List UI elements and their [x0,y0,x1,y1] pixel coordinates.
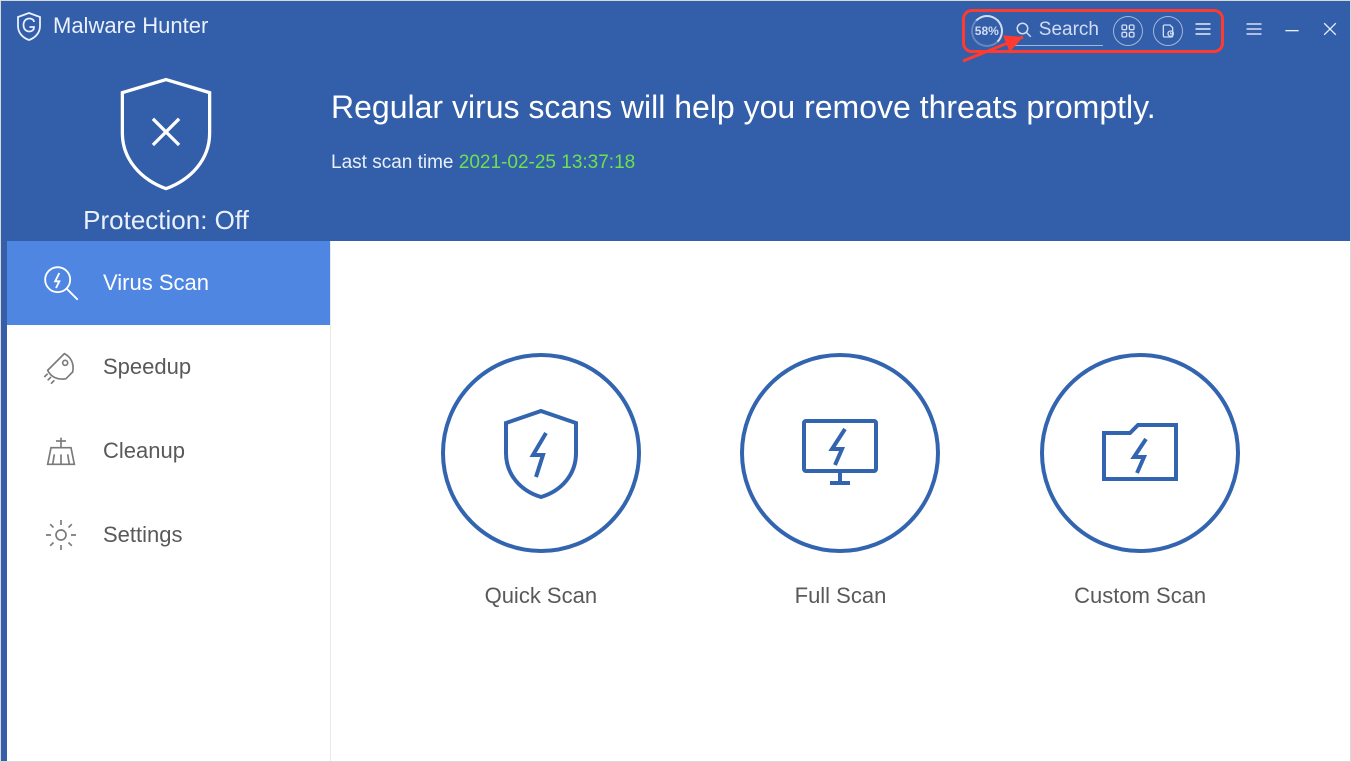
close-icon [1320,19,1340,39]
shield-x-icon [111,73,221,193]
callout-arrow-icon [958,31,1038,76]
main-panel: Quick Scan Full Scan Custom Scan [331,241,1350,761]
titlebar: Malware Hunter 58% Search [1,1,1350,51]
minimize-button[interactable] [1282,19,1302,44]
header: Malware Hunter 58% Search [1,1,1350,241]
scan-label: Custom Scan [1074,583,1206,609]
gear-icon [41,515,81,555]
shield-bolt-icon [491,403,591,503]
feedback-button[interactable] [1153,16,1183,46]
sidebar-item-virus-scan[interactable]: Virus Scan [1,241,330,325]
app-window: Malware Hunter 58% Search [0,0,1351,762]
last-scan-row: Last scan time 2021-02-25 13:37:18 [331,152,1350,174]
scan-label: Full Scan [795,583,887,609]
sidebar-item-label: Speedup [103,354,191,380]
hamburger-icon [1193,19,1213,39]
protection-status: Protection: Off [83,205,249,236]
toolbar-menu-button[interactable] [1193,19,1213,44]
sidebar-item-cleanup[interactable]: Cleanup [1,409,330,493]
document-clock-icon [1160,23,1176,39]
hamburger-icon [1244,19,1264,39]
window-controls [1244,19,1340,44]
custom-scan-button[interactable]: Custom Scan [1040,353,1240,609]
monitor-bolt-icon [790,403,890,503]
apps-grid-icon [1120,23,1136,39]
close-button[interactable] [1320,19,1340,44]
full-scan-button[interactable]: Full Scan [740,353,940,609]
rocket-icon [41,347,81,387]
sidebar-item-label: Settings [103,522,183,548]
apps-grid-button[interactable] [1113,16,1143,46]
last-scan-label: Last scan time [331,152,459,173]
sidebar-item-speedup[interactable]: Speedup [1,325,330,409]
main-menu-button[interactable] [1244,19,1264,44]
app-title: Malware Hunter [53,13,208,39]
sidebar: Virus Scan Speedup Cleanup Settings [1,241,331,761]
headline-text: Regular virus scans will help you remove… [331,89,1350,126]
magnifier-bolt-icon [41,263,81,303]
quick-scan-button[interactable]: Quick Scan [441,353,641,609]
search-placeholder: Search [1039,19,1099,41]
last-scan-time: 2021-02-25 13:37:18 [459,152,635,173]
sidebar-item-label: Cleanup [103,438,185,464]
sidebar-item-label: Virus Scan [103,270,209,296]
scan-label: Quick Scan [485,583,598,609]
sidebar-item-settings[interactable]: Settings [1,493,330,577]
broom-icon [41,431,81,471]
shield-g-icon [13,10,45,42]
minimize-icon [1282,19,1302,39]
app-logo: Malware Hunter [13,10,208,42]
folder-bolt-icon [1090,403,1190,503]
body: Virus Scan Speedup Cleanup Settings Quic… [1,241,1350,761]
